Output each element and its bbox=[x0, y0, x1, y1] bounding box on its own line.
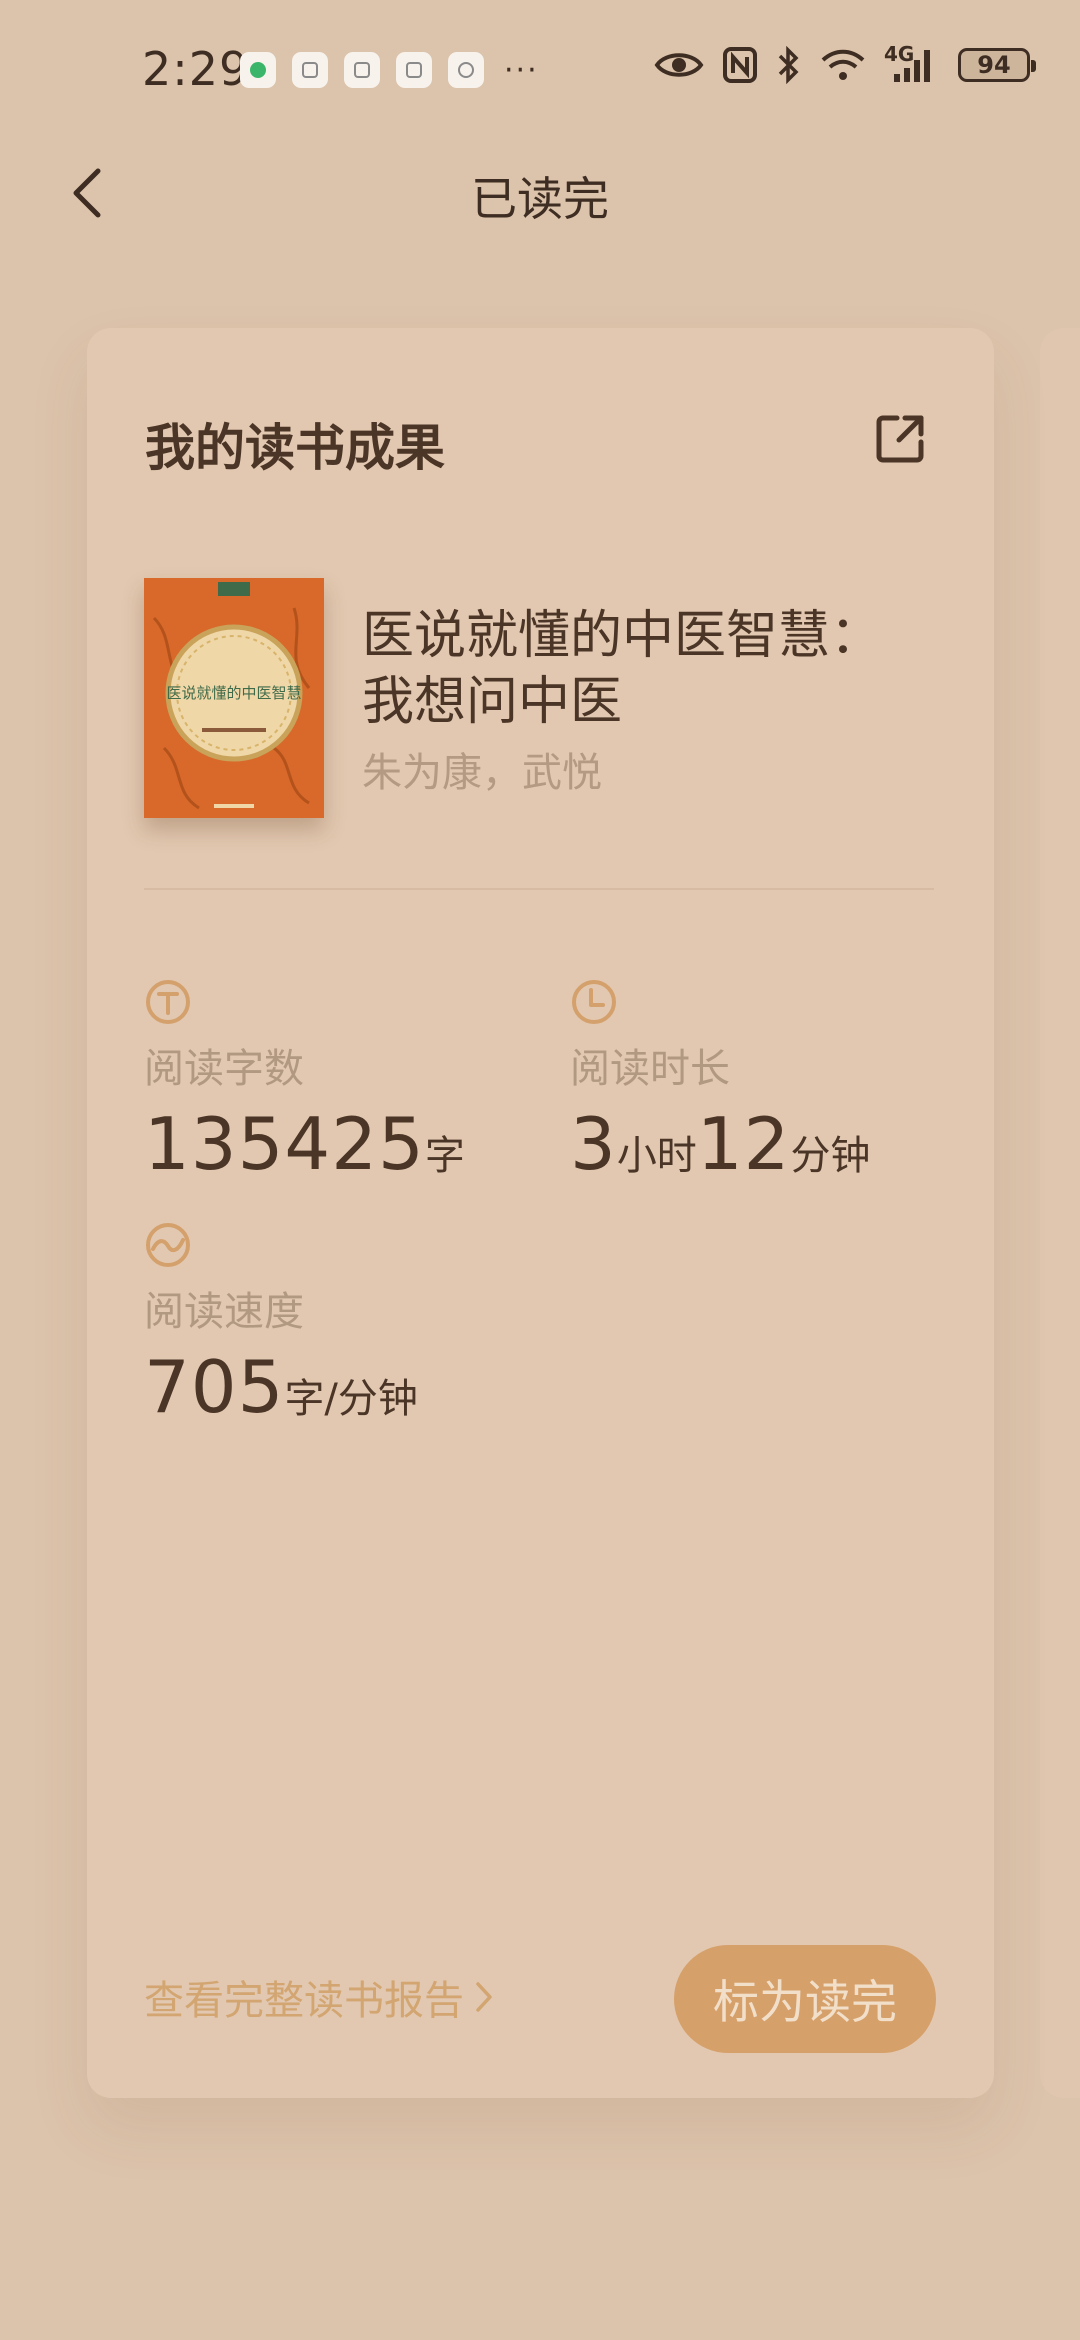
reading-result-card: 我的读书成果 医说就懂的中医智慧 医说就懂的中医智慧：我想问中医 朱为康，武悦 … bbox=[87, 328, 994, 2098]
stat-word-count: 阅读字数 135425字 bbox=[144, 978, 465, 1186]
stat-label-word-count: 阅读字数 bbox=[144, 1046, 304, 1092]
word-count-number: 135425 bbox=[144, 1102, 425, 1186]
card-title: 我的读书成果 bbox=[145, 419, 445, 477]
word-count-unit: 字 bbox=[424, 1133, 465, 1179]
more-notifications-icon: ··· bbox=[504, 52, 539, 88]
system-icons: 4G 94 bbox=[654, 42, 1036, 84]
full-report-link[interactable]: 查看完整读书报告 bbox=[144, 1968, 494, 2026]
signal-icon bbox=[894, 50, 930, 82]
circle-app-icon bbox=[448, 52, 484, 88]
speed-unit: 字/分钟 bbox=[284, 1376, 418, 1422]
chevron-right-icon bbox=[476, 1982, 492, 2012]
page-title: 已读完 bbox=[471, 172, 609, 226]
text-t-icon bbox=[146, 980, 190, 1024]
stat-value-duration: 3小时12分钟 bbox=[570, 1102, 870, 1186]
duration-hours-unit: 小时 bbox=[616, 1133, 697, 1179]
trend-icon bbox=[146, 1223, 190, 1267]
stat-label-duration: 阅读时长 bbox=[570, 1046, 730, 1092]
share-button[interactable] bbox=[873, 410, 929, 466]
duration-minutes-unit: 分钟 bbox=[790, 1133, 871, 1179]
status-bar: 2:29 ··· 4G 94 bbox=[0, 0, 1080, 120]
stat-duration: 阅读时长 3小时12分钟 bbox=[570, 978, 870, 1186]
stat-label-speed: 阅读速度 bbox=[144, 1289, 304, 1335]
calendar-app-icon bbox=[396, 52, 432, 88]
share-icon bbox=[876, 415, 924, 463]
train-app-icon bbox=[344, 52, 380, 88]
divider bbox=[144, 888, 934, 890]
duration-minutes: 12 bbox=[696, 1102, 791, 1186]
book-cover-art: 医说就懂的中医智慧 bbox=[144, 578, 324, 818]
stat-speed: 阅读速度 705字/分钟 bbox=[144, 1221, 418, 1429]
stat-value-word-count: 135425字 bbox=[144, 1102, 465, 1186]
battery-indicator: 94 bbox=[958, 48, 1036, 82]
full-report-label: 查看完整读书报告 bbox=[144, 1978, 464, 2024]
nfc-icon bbox=[723, 47, 757, 83]
reader-app-icon bbox=[292, 52, 328, 88]
book-cover-title: 医说就懂的中医智慧 bbox=[166, 684, 301, 702]
battery-level: 94 bbox=[977, 51, 1011, 79]
speed-number: 705 bbox=[144, 1345, 285, 1429]
stat-value-speed: 705字/分钟 bbox=[144, 1345, 418, 1429]
clock-icon bbox=[572, 980, 616, 1024]
eye-icon bbox=[654, 53, 704, 77]
book-author: 朱为康，武悦 bbox=[362, 750, 602, 796]
money-app-icon bbox=[240, 52, 276, 88]
next-card-peek[interactable] bbox=[1040, 328, 1080, 2098]
wifi-icon bbox=[821, 49, 865, 80]
book-cover[interactable]: 医说就懂的中医智慧 bbox=[144, 578, 324, 818]
status-time: 2:29 bbox=[142, 42, 250, 96]
mark-as-read-button[interactable]: 标为读完 bbox=[674, 1945, 936, 2053]
book-title[interactable]: 医说就懂的中医智慧：我想问中医 bbox=[362, 603, 922, 735]
duration-hours: 3 bbox=[570, 1102, 617, 1186]
notification-icons: ··· bbox=[240, 52, 539, 88]
cellular-signal: 4G bbox=[884, 42, 940, 84]
bluetooth-icon bbox=[778, 46, 799, 84]
